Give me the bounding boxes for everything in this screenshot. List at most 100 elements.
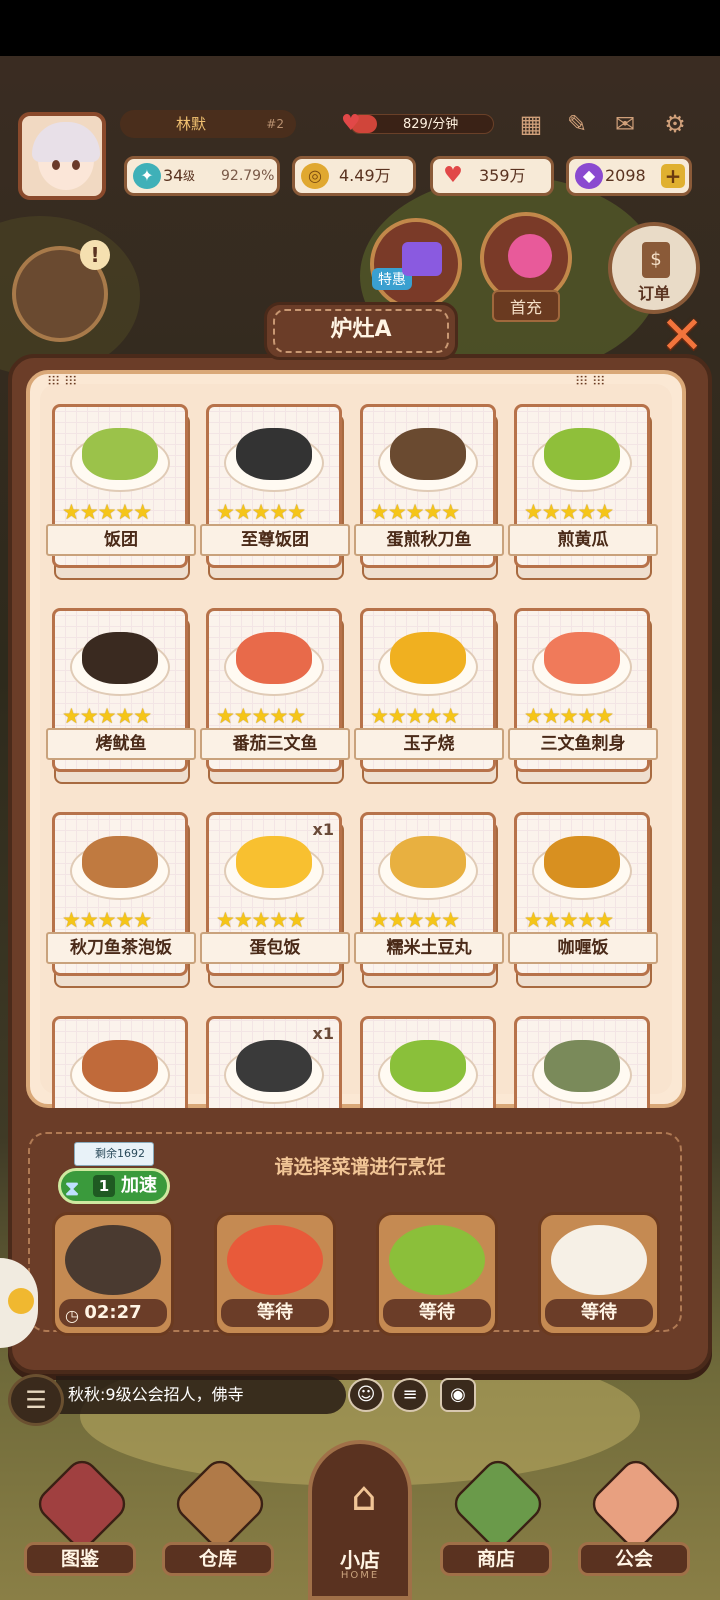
player-rank: #2 xyxy=(266,117,284,131)
orders-button[interactable]: $ 订单 xyxy=(608,222,700,314)
recipe-name: 三文鱼刺身 xyxy=(508,728,658,760)
first-charge-label: 首充 xyxy=(491,290,561,322)
cooking-slot[interactable]: 等待 xyxy=(538,1212,660,1336)
nav-catalog[interactable]: 图鉴 xyxy=(22,1450,140,1600)
recipe-name: 秋刀鱼茶泡饭 xyxy=(46,932,196,964)
close-icon[interactable]: ✕ xyxy=(656,310,708,362)
dish-image xyxy=(390,836,466,888)
dish-image xyxy=(544,1040,620,1092)
alert-icon: ! xyxy=(80,240,110,270)
slot-status: 等待 xyxy=(545,1299,653,1327)
recipe-card[interactable]: x1 ★★★★★ 蛋包饭 xyxy=(200,812,350,992)
recipe-card[interactable]: ★★★★★ 三文鱼刺身 xyxy=(508,608,658,788)
nav-store[interactable]: 商店 xyxy=(438,1450,556,1600)
recipe-qty: x1 xyxy=(312,820,334,839)
speed-up-button[interactable]: ⧗ 1 加速 xyxy=(58,1168,170,1204)
dish-image xyxy=(236,632,312,684)
status-bar xyxy=(0,0,720,56)
star-level-icon: ✦ xyxy=(133,163,161,189)
dish-image xyxy=(82,836,158,888)
recipe-card[interactable]: ★★★★★ 咖喱饭 xyxy=(508,812,658,992)
slot-status-text: 02:27 xyxy=(84,1302,142,1323)
recipe-card[interactable]: ★★★★★ 煎黄瓜 xyxy=(508,404,658,584)
emoji-icon[interactable]: ☺ xyxy=(348,1378,384,1412)
recipe-name: 咖喱饭 xyxy=(508,932,658,964)
slot-status-text: 等待 xyxy=(257,1302,293,1323)
coin-icon: ◎ xyxy=(301,163,329,189)
nav-shop-home[interactable]: ⌂ 小店 HOME xyxy=(308,1440,412,1600)
player-name: 林默 xyxy=(176,115,207,133)
slot-status-text: 等待 xyxy=(419,1302,455,1323)
slot-dish-image xyxy=(389,1225,485,1295)
slot-dish-image xyxy=(227,1225,323,1295)
dish-image xyxy=(82,632,158,684)
dish-image xyxy=(390,632,466,684)
dish-image xyxy=(82,1040,158,1092)
side-event-button[interactable]: ! xyxy=(12,240,110,342)
hearts-stat[interactable]: ♥ 359万 xyxy=(430,156,554,196)
hearts-rate-bar: ♥ 829/分钟 xyxy=(341,111,494,136)
recipe-stars: ★★★★★ xyxy=(62,500,152,524)
gems-stat[interactable]: ◆ 2098 + xyxy=(566,156,692,196)
recipe-name: 煎黄瓜 xyxy=(508,524,658,556)
quick-reply-icon[interactable]: ≡ xyxy=(392,1378,428,1412)
hourglass-icon: ⧗ xyxy=(65,1176,80,1200)
nav-shop-home-sub: HOME xyxy=(340,1570,380,1581)
player-name-pill[interactable]: 林默 #2 xyxy=(120,110,296,138)
slot-status: 等待 xyxy=(221,1299,329,1327)
level-stat[interactable]: ✦ 34 级 92.79% xyxy=(124,156,280,196)
camera-icon[interactable]: ◉ xyxy=(440,1378,476,1412)
cooking-slot[interactable]: ◷ 02:27 xyxy=(52,1212,174,1336)
nav-guild[interactable]: 公会 xyxy=(576,1450,694,1600)
recipe-card[interactable]: ★★★★★ 烤鱿鱼 xyxy=(46,608,196,788)
cooking-slot[interactable]: 等待 xyxy=(214,1212,336,1336)
recipe-card[interactable]: ★★★★★ 饭团 xyxy=(46,404,196,584)
binder-rings-left: ⫶⫶⫶ ⫶⫶⫶ xyxy=(48,374,78,388)
player-avatar[interactable] xyxy=(18,112,106,200)
recipe-stars: ★★★★★ xyxy=(524,908,614,932)
coins-stat[interactable]: ◎ 4.49万 xyxy=(292,156,416,196)
dish-image xyxy=(390,1040,466,1092)
special-offer-button[interactable]: 特惠 xyxy=(370,218,462,310)
calendar-icon[interactable]: ▦ xyxy=(514,108,548,140)
recipe-stars: ★★★★★ xyxy=(216,500,306,524)
recipe-name: 蛋包饭 xyxy=(200,932,350,964)
recipe-stars: ★★★★★ xyxy=(370,500,460,524)
broom-icon[interactable]: ✎ xyxy=(560,108,594,140)
recipe-qty: x1 xyxy=(312,1024,334,1043)
nav-warehouse-label: 仓库 xyxy=(162,1542,274,1576)
dish-image xyxy=(236,836,312,888)
nav-warehouse[interactable]: 仓库 xyxy=(160,1450,278,1600)
recipe-name: 烤鱿鱼 xyxy=(46,728,196,760)
recipe-card[interactable]: ★★★★★ 糯米土豆丸 xyxy=(354,812,504,992)
speed-count: 1 xyxy=(93,1175,115,1197)
slot-dish-image xyxy=(551,1225,647,1295)
dialog-title: 炉灶A xyxy=(330,317,392,342)
recipe-name: 饭团 xyxy=(46,524,196,556)
gem-icon: ◆ xyxy=(575,163,603,189)
dish-image xyxy=(544,836,620,888)
recipe-name: 玉子烧 xyxy=(354,728,504,760)
level-value: 34 xyxy=(163,166,184,185)
binder-rings-right: ⫶⫶⫶ ⫶⫶⫶ xyxy=(576,374,606,388)
heart-icon: ♥ xyxy=(443,163,463,188)
gear-icon[interactable]: ⚙ xyxy=(658,108,692,140)
mail-icon[interactable]: ✉ xyxy=(608,108,642,140)
order-doc-icon: $ xyxy=(642,242,670,278)
recipe-card[interactable]: ★★★★★ 至尊饭团 xyxy=(200,404,350,584)
recipe-card[interactable]: ★★★★★ 番茄三文鱼 xyxy=(200,608,350,788)
first-charge-button[interactable]: 首充 xyxy=(480,212,572,322)
slot-status-text: 等待 xyxy=(581,1302,617,1323)
plus-icon[interactable]: + xyxy=(661,164,685,188)
recipe-stars: ★★★★★ xyxy=(524,500,614,524)
coins-value: 4.49万 xyxy=(339,166,391,185)
recipe-card[interactable]: ★★★★★ 蛋煎秋刀鱼 xyxy=(354,404,504,584)
dish-image xyxy=(236,428,312,480)
dish-image xyxy=(544,428,620,480)
recipe-card[interactable]: ★★★★★ 秋刀鱼茶泡饭 xyxy=(46,812,196,992)
cooking-slot[interactable]: 等待 xyxy=(376,1212,498,1336)
nav-store-label: 商店 xyxy=(440,1542,552,1576)
chat-message[interactable]: 秋秋:9级公会招人，佛寺 xyxy=(56,1376,346,1414)
recipe-card[interactable]: ★★★★★ 玉子烧 xyxy=(354,608,504,788)
chat-icon[interactable]: ☰ xyxy=(8,1374,64,1426)
